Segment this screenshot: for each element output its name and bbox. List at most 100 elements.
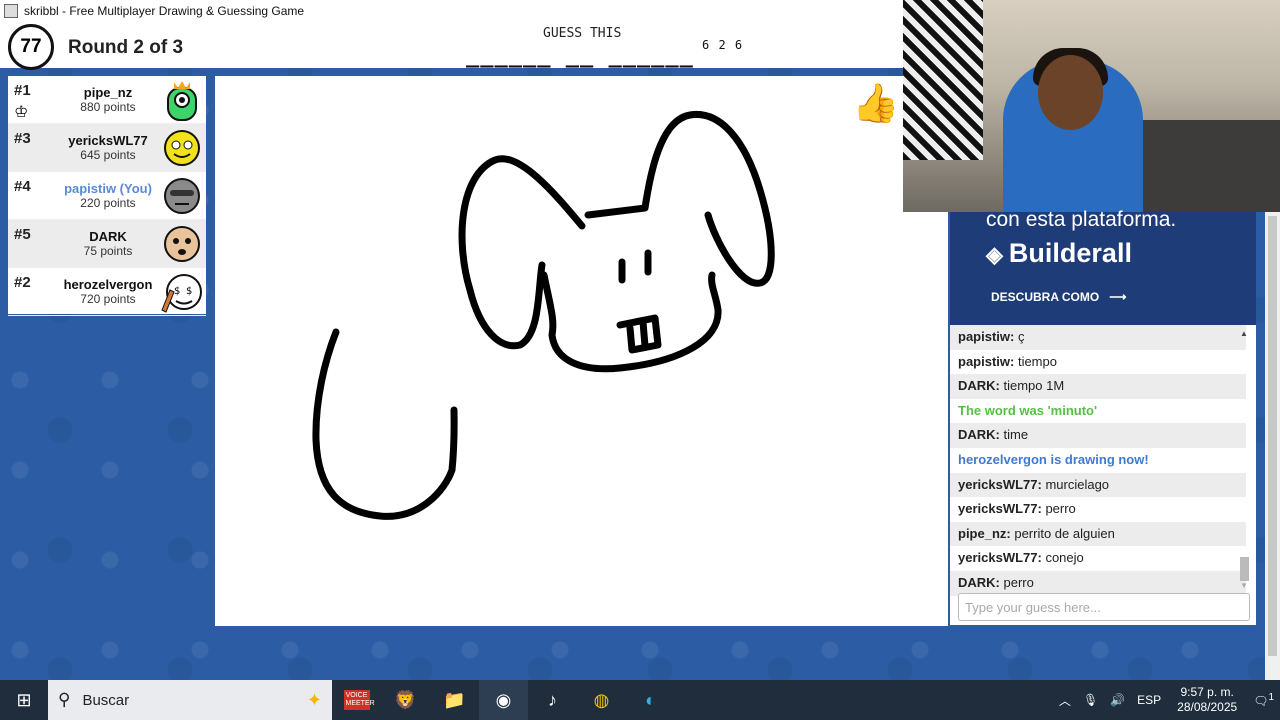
notification-icon[interactable]: 🗨1 (1253, 692, 1274, 708)
speaker-icon[interactable]: 🔊 (1110, 693, 1125, 707)
player-row[interactable]: #2 herozelvergon 720 points $ $ (8, 268, 206, 316)
player-avatar (164, 130, 200, 166)
player-row[interactable]: #4 papistiw (You) 220 points (8, 172, 206, 220)
obs-icon[interactable]: ◉ (479, 680, 528, 720)
player-name: pipe_nz (83, 85, 133, 100)
guess-label: GUESS THIS (543, 26, 622, 41)
player-points: 75 points (83, 244, 133, 258)
player-avatar: $ $ (161, 274, 202, 313)
player-points: 220 points (80, 196, 136, 210)
webcam-chair (1138, 120, 1280, 212)
timer-clock: 77 (8, 24, 54, 70)
taskbar-date: 28/08/2025 (1177, 700, 1238, 714)
chat-text: time (999, 427, 1029, 443)
windows-start-icon[interactable]: ⊞ (0, 680, 48, 720)
round-indicator: Round 2 of 3 (68, 37, 184, 58)
chat-author: pipe_nz: (958, 525, 1011, 541)
system-tray: ︿ 🎙 🔊 ESP 9:57 p. m. 28/08/2025 🗨1 (1053, 680, 1280, 720)
notification-count: 1 (1268, 692, 1274, 703)
drawing (312, 110, 775, 520)
chat-text: perro (999, 574, 1034, 590)
chat-author: DARK: (958, 574, 1000, 590)
thumbs-up-icon[interactable]: 👍 (852, 82, 899, 126)
chat-author: papistiw: (958, 329, 1015, 344)
chat-scroll-thumb[interactable] (1240, 557, 1249, 581)
chat-text: The word was 'minuto' (958, 402, 1098, 418)
chat-message: pipe_nz: perrito de alguien (950, 521, 1246, 547)
brave-icon[interactable]: 🦁 (381, 680, 430, 720)
file-explorer-icon[interactable]: 📁 (430, 680, 479, 720)
taskbar-clock[interactable]: 9:57 p. m. 28/08/2025 (1177, 685, 1237, 715)
ad-text: con esta plataforma. (986, 208, 1177, 231)
arrow-right-icon: ⟶ (1109, 290, 1127, 304)
player-avatar (164, 178, 200, 214)
svg-text:$: $ (186, 286, 192, 297)
window-titlebar: skribbl - Free Multiplayer Drawing & Gue… (0, 0, 904, 22)
player-avatar (164, 226, 200, 262)
chrome-icon[interactable]: ◍ (577, 680, 626, 720)
chat-message: DARK: perro (950, 570, 1246, 596)
webcam-overlay (903, 0, 1280, 212)
player-rank: #5 (14, 226, 31, 243)
chat-text: murcielago (1041, 476, 1110, 492)
player-name: papistiw (You) (64, 181, 152, 196)
chat-scrollbar[interactable]: ▲ ▼ (1240, 329, 1250, 590)
player-row[interactable]: #3 yericksWL77 645 points (8, 124, 206, 172)
chat-message: yericksWL77: conejo (950, 546, 1246, 571)
chat-message: DARK: tiempo 1M (950, 374, 1246, 399)
crown-icon: ♔ (14, 104, 29, 121)
app-icon (4, 4, 18, 18)
taskbar: ⊞ ⚲ Buscar ✦ VOICE MEETER 🦁 📁 ◉ ♪ ◍ ◐ ︿ … (0, 680, 1280, 720)
player-points: 645 points (80, 148, 136, 162)
ad-cta-label: DESCUBRA COMO (991, 290, 1100, 304)
tiktok-icon[interactable]: ♪ (528, 680, 577, 720)
player-name: herozelvergon (63, 277, 153, 292)
sparkle-icon: ✦ (306, 689, 322, 710)
taskbar-search[interactable]: ⚲ Buscar ✦ (48, 680, 332, 720)
chat-author: DARK: (958, 378, 1000, 394)
ad-banner[interactable]: con esta plataforma. ◈ Builderall DESCUBR… (950, 208, 1256, 325)
chat-message: herozelvergon is drawing now! (950, 448, 1246, 473)
chat-message: papistiw: tiempo (950, 350, 1246, 375)
chat-text: herozelvergon is drawing now! (958, 451, 1149, 467)
webcam-background (903, 0, 983, 160)
ad-cta[interactable]: DESCUBRA COMO ⟶ (991, 290, 1126, 304)
chat-text: perrito de alguien (1010, 525, 1115, 541)
chat-message: yericksWL77: murcielago (950, 472, 1246, 498)
chat-messages: papistiw: ç papistiw: tiempo DARK: tiempo … (950, 325, 1256, 596)
word-letter-counts: 6 2 6 (702, 38, 744, 52)
word-hint: ______ __ ______ (466, 43, 694, 68)
svg-text:$: $ (174, 286, 180, 297)
player-row[interactable]: #1 ♔ pipe_nz 880 points (8, 76, 206, 124)
webcam-head (1038, 55, 1103, 130)
chat-author: DARK: (958, 427, 1000, 443)
chat-text: ç (1014, 329, 1025, 344)
drawing-canvas[interactable] (215, 76, 948, 626)
ad-brand-name: Builderall (1008, 238, 1132, 268)
search-icon: ⚲ (58, 690, 71, 709)
player-name: DARK (89, 229, 127, 244)
scroll-up-icon[interactable]: ▲ (1240, 329, 1248, 338)
player-row[interactable]: #5 DARK 75 points (8, 220, 206, 268)
chat-text: conejo (1041, 550, 1084, 566)
chat-text: perro (1041, 501, 1076, 517)
taskbar-time: 9:57 p. m. (1180, 685, 1234, 699)
player-avatar (167, 81, 197, 121)
microphone-icon[interactable]: 🎙 (1083, 693, 1098, 707)
guess-input[interactable] (958, 593, 1250, 621)
timer-value: 77 (20, 36, 42, 57)
page-scrollbar[interactable] (1265, 212, 1280, 680)
voicemeeter-icon[interactable]: VOICE MEETER (332, 680, 381, 720)
edge-icon[interactable]: ◐ (626, 680, 675, 720)
chat-author: yericksWL77: (958, 476, 1042, 492)
chat-panel: papistiw: ç papistiw: tiempo DARK: tiempo … (950, 325, 1256, 625)
chat-text: tiempo 1M (999, 378, 1065, 394)
builderall-logo-icon: ◈ (986, 242, 1003, 267)
page-scroll-thumb[interactable] (1268, 216, 1277, 656)
chevron-up-icon[interactable]: ︿ (1059, 692, 1071, 709)
player-rank: #2 (14, 274, 31, 291)
language-indicator[interactable]: ESP (1137, 693, 1161, 707)
player-points: 720 points (80, 292, 136, 306)
scroll-down-icon[interactable]: ▼ (1240, 581, 1248, 590)
player-rank: #1 (14, 82, 31, 99)
